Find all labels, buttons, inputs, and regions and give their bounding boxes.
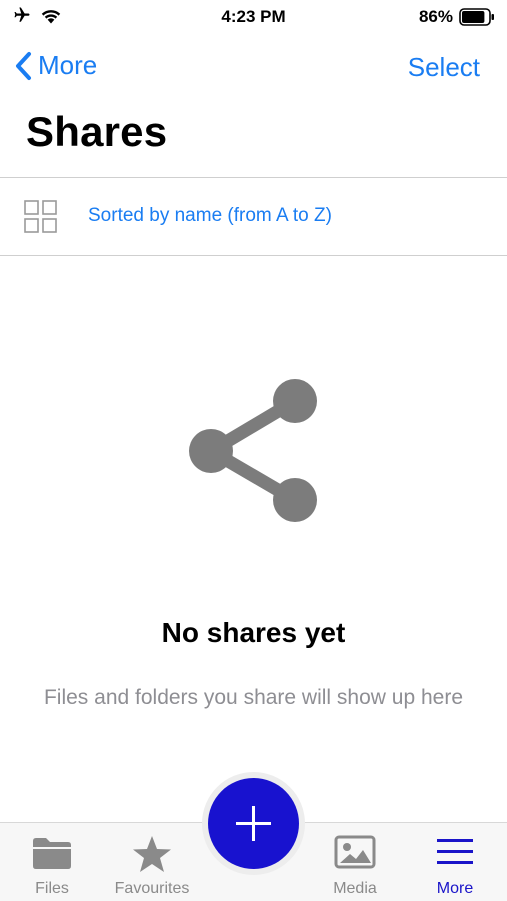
- battery-percent: 86%: [418, 7, 453, 26]
- tab-more-label: More: [436, 880, 474, 897]
- back-button[interactable]: More: [14, 50, 97, 81]
- folder-icon: [33, 838, 71, 869]
- grid-view-icon[interactable]: [24, 200, 57, 233]
- empty-state-title: No shares yet: [161, 617, 346, 648]
- share-icon: [189, 379, 317, 522]
- divider-bottom: [0, 255, 507, 256]
- page-title: Shares: [26, 108, 168, 155]
- tab-media-label: Media: [333, 880, 377, 897]
- empty-state-subtitle: Files and folders you share will show up…: [43, 686, 464, 709]
- tab-files[interactable]: Files: [2, 823, 102, 901]
- menu-icon: [437, 839, 473, 864]
- tab-media[interactable]: Media: [305, 823, 405, 901]
- status-bar: 4:23 PM 86%: [0, 0, 507, 36]
- select-button[interactable]: Select: [408, 52, 480, 83]
- tab-more[interactable]: More: [405, 823, 505, 901]
- back-button-label: More: [38, 50, 98, 80]
- tab-favourites[interactable]: Favourites: [102, 823, 202, 901]
- navigation-bar: More Select: [0, 42, 507, 94]
- sort-order-button[interactable]: Sorted by name (from A to Z): [88, 205, 332, 227]
- add-button[interactable]: [208, 778, 299, 869]
- star-icon: [133, 836, 171, 872]
- status-right: 86%: [419, 7, 495, 27]
- tab-files-label: Files: [35, 880, 69, 897]
- plus-icon: [236, 806, 271, 841]
- battery-icon: [459, 8, 494, 26]
- image-icon: [334, 835, 376, 869]
- chevron-left-icon: [16, 51, 31, 80]
- tab-favourites-label: Favourites: [114, 880, 190, 897]
- sort-row: Sorted by name (from A to Z): [0, 178, 507, 255]
